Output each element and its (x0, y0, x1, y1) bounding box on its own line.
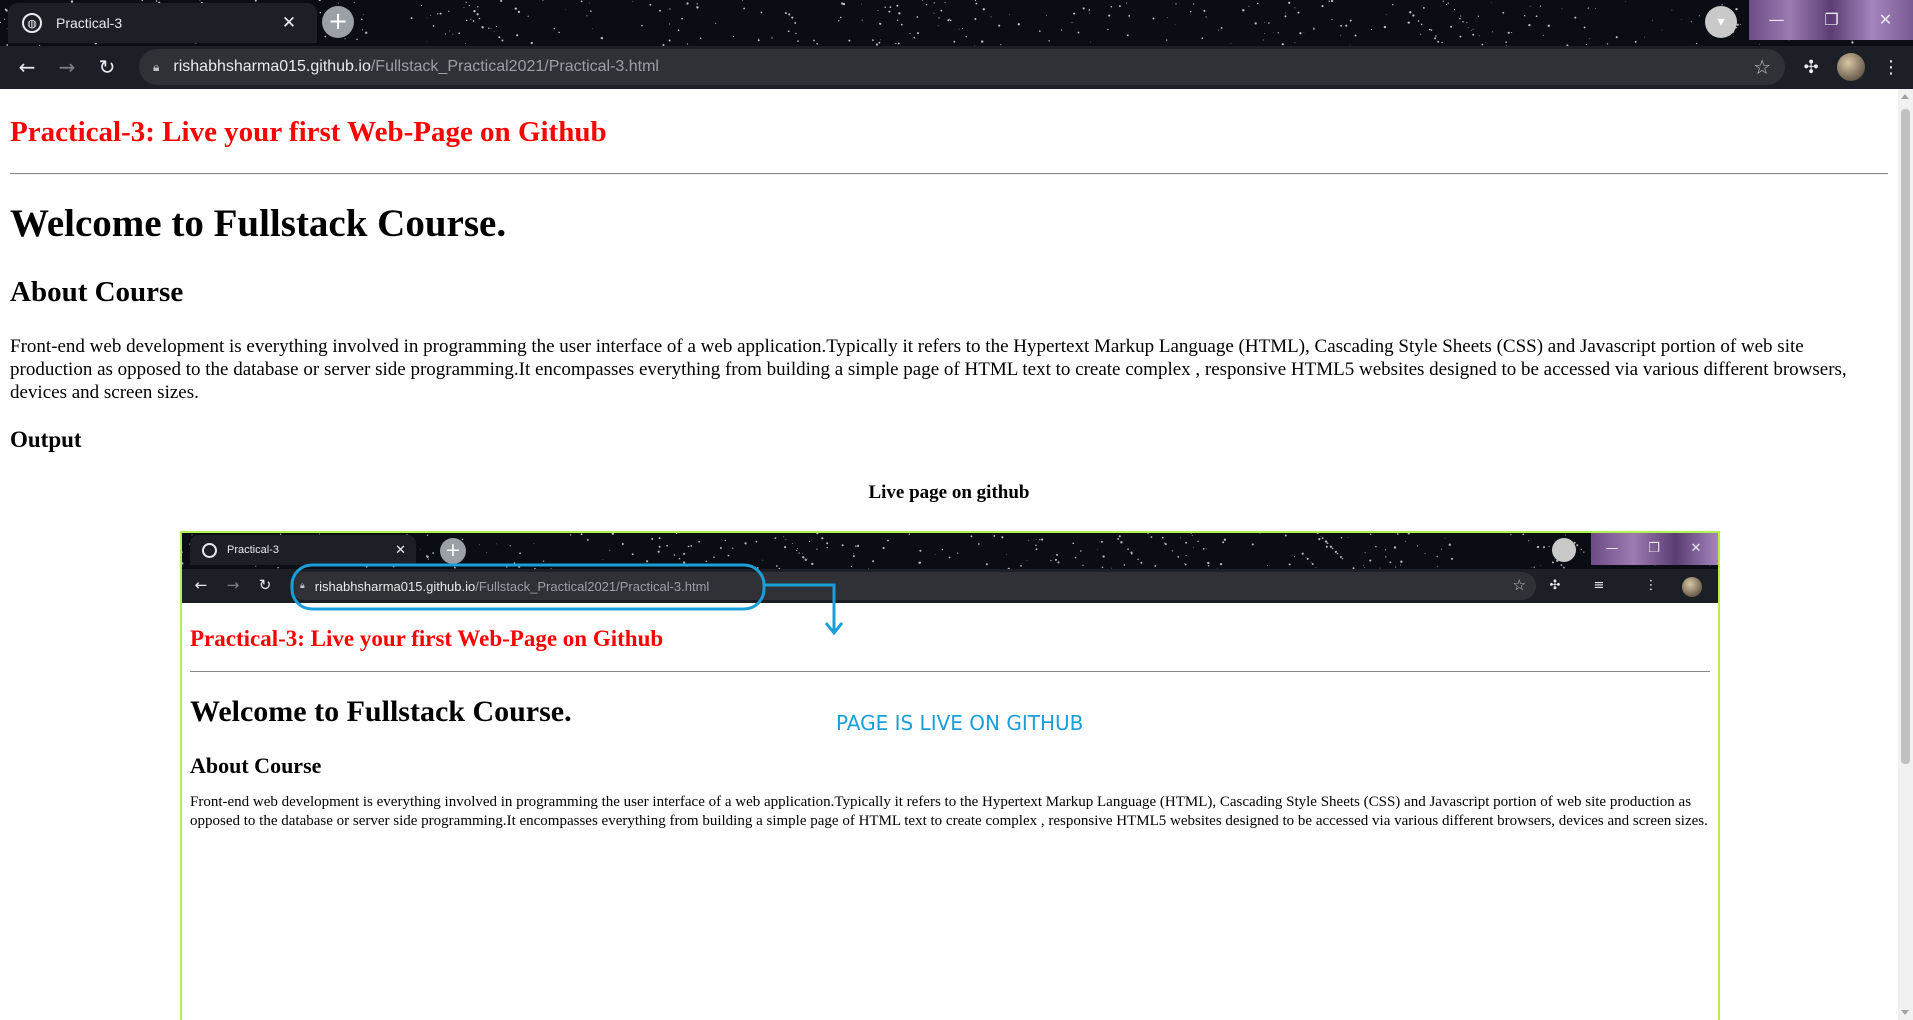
forward-arrow-icon[interactable]: → (50, 50, 84, 84)
lock-icon[interactable]: 🔒︎ (153, 60, 159, 75)
lock-icon: 🔒︎ (300, 581, 305, 591)
kebab-menu-icon: ⋮ (1644, 578, 1658, 593)
main-heading: Welcome to Fullstack Course. (10, 202, 507, 245)
figure-caption: Live page on github (868, 482, 1030, 503)
screenshot-url-text: rishabhsharma015.github.io/Fullstack_Pra… (314, 578, 710, 594)
browser-chrome: ◍ Practical-3 ✕ + ▾ — ❐ ✕ ← → ↻ 🔒︎ risha… (0, 0, 1913, 89)
page-title: Practical-3: Live your first Web-Page on… (10, 116, 607, 148)
avatar (1682, 577, 1702, 597)
browser-tab-active[interactable]: ◍ Practical-3 ✕ (8, 3, 317, 43)
screenshot-tab-title: Practical-3 (227, 544, 279, 556)
screenshot-page-title: Practical-3: Live your first Web-Page on… (190, 626, 664, 651)
screenshot-paragraph: Front-end web development is everything … (190, 794, 1708, 829)
forward-arrow-icon: → (226, 576, 240, 594)
globe-icon: ◍ (22, 13, 42, 33)
window-controls: — ❐ ✕ (1749, 0, 1913, 40)
annotation-label: PAGE IS LIVE ON GITHUB (836, 711, 1084, 735)
puzzle-icon[interactable]: ✣ (1796, 53, 1826, 83)
output-heading: Output (10, 427, 82, 452)
minimize-icon: — (1605, 541, 1619, 556)
horizontal-rule (10, 173, 1888, 175)
scroll-down-icon[interactable] (1901, 1010, 1909, 1015)
page-viewport: Practical-3: Live your first Web-Page on… (0, 89, 1913, 1020)
screenshot-address-bar: 🔒︎ rishabhsharma015.github.io/Fullstack_… (290, 572, 1536, 600)
screenshot-subheading: About Course (190, 753, 322, 778)
close-window-icon[interactable]: ✕ (1858, 0, 1913, 40)
bookmark-star-icon[interactable]: ☆ (1753, 55, 1771, 79)
reload-icon[interactable]: ↻ (90, 50, 124, 84)
minimize-icon[interactable]: — (1749, 0, 1804, 40)
reload-icon: ↻ (258, 576, 272, 594)
tab-close-icon[interactable]: ✕ (275, 13, 303, 33)
avatar[interactable] (1837, 53, 1865, 81)
reading-list-icon: ≡ (1593, 578, 1605, 593)
about-heading: About Course (10, 276, 184, 308)
close-window-icon: ✕ (1690, 541, 1702, 556)
globe-icon (202, 542, 217, 558)
tab-title: Practical-3 (56, 15, 123, 31)
maximize-icon: ❐ (1648, 541, 1660, 556)
screenshot-tab: Practical-3 ✕ (190, 535, 416, 565)
screenshot-browser-chrome: Practical-3 ✕ + — ❐ ✕ ← → ↻ 🔒︎ rishabhsh… (182, 533, 1718, 603)
horizontal-rule (190, 671, 1710, 672)
scrollbar-thumb[interactable] (1901, 109, 1910, 764)
url-text[interactable]: rishabhsharma015.github.io/Fullstack_Pra… (173, 58, 659, 76)
back-arrow-icon[interactable]: ← (10, 50, 44, 84)
star-icon: ☆ (1512, 576, 1526, 594)
kebab-menu-icon[interactable]: ⋮ (1876, 53, 1906, 83)
screenshot-heading: Welcome to Fullstack Course. (190, 695, 572, 728)
live-page-screenshot: Practical-3 ✕ + — ❐ ✕ ← → ↻ 🔒︎ rishabhsh… (180, 531, 1720, 1020)
puzzle-icon: ✣ (1549, 578, 1561, 593)
media-profile-icon[interactable]: ▾ (1705, 6, 1737, 38)
browser-toolbar: ← → ↻ 🔒︎ rishabhsharma015.github.io/Full… (0, 46, 1913, 89)
maximize-icon[interactable]: ❐ (1804, 0, 1859, 40)
media-profile-icon (1552, 538, 1576, 562)
plus-icon: + (440, 538, 466, 564)
close-icon: ✕ (395, 542, 406, 558)
about-paragraph: Front-end web development is everything … (10, 336, 1847, 403)
address-bar[interactable]: 🔒︎ rishabhsharma015.github.io/Fullstack_… (139, 49, 1785, 85)
screenshot-window-controls: — ❐ ✕ (1591, 533, 1718, 565)
back-arrow-icon: ← (194, 576, 208, 594)
page-scrollbar[interactable] (1898, 89, 1913, 1020)
scroll-up-icon[interactable] (1901, 94, 1909, 99)
screenshot-toolbar: ← → ↻ 🔒︎ rishabhsharma015.github.io/Full… (182, 569, 1718, 603)
new-tab-button[interactable]: + (322, 6, 354, 38)
